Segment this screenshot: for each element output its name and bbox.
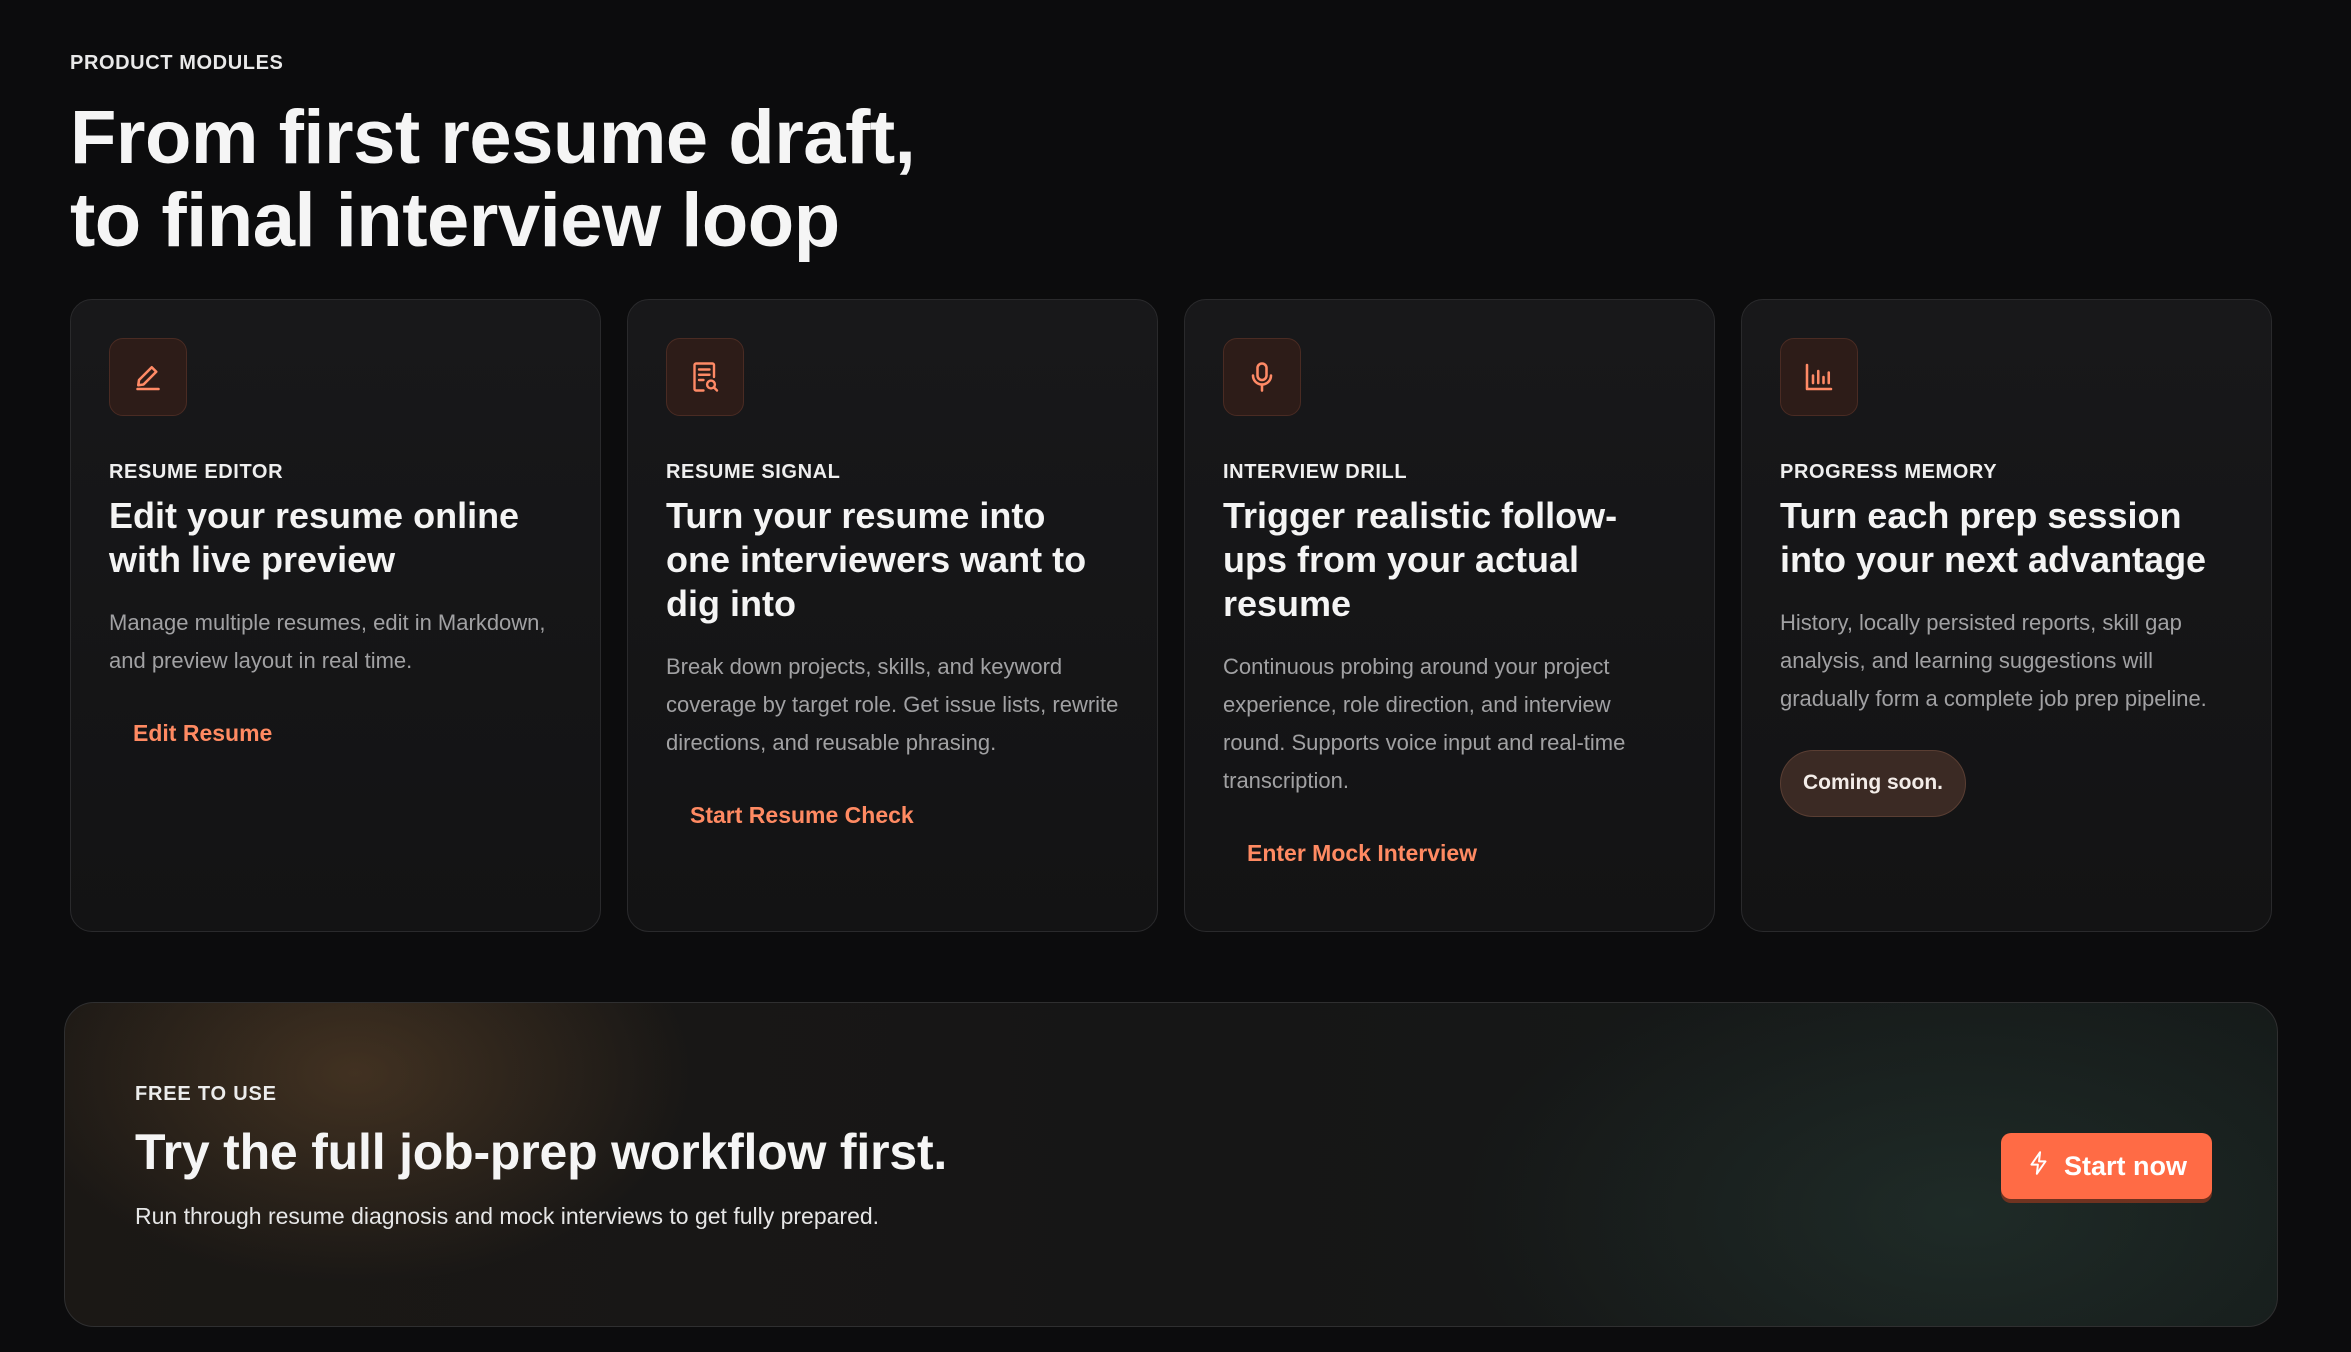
card-tag: RESUME EDITOR [109,461,284,483]
cta-eyebrow: FREE TO USE [135,1083,277,1105]
start-now-label: Start now [2064,1150,2188,1181]
card-title: Turn each prep session into your next ad… [1780,495,2207,580]
start-resume-check-link[interactable]: Start Resume Check [690,802,914,829]
card-interview-drill: INTERVIEW DRILL Trigger realistic follow… [1184,299,1715,932]
lightning-icon [2026,1150,2052,1183]
card-description: History, locally persisted reports, skil… [1780,610,2207,711]
card-title: Trigger realistic follow-ups from your a… [1223,495,1618,624]
pencil-icon [109,338,187,416]
card-title: Edit your resume online with live previe… [109,495,520,580]
headline-line-2: to final interview loop [70,178,840,263]
module-cards: RESUME EDITOR Edit your resume online wi… [70,299,2272,932]
card-progress-memory: PROGRESS MEMORY Turn each prep session i… [1741,299,2272,932]
headline-line-1: From first resume draft, [70,95,916,180]
product-modules-section: PRODUCT MODULES From first resume draft,… [0,0,2351,1352]
enter-mock-interview-link[interactable]: Enter Mock Interview [1247,840,1477,867]
microphone-icon [1223,338,1301,416]
card-resume-signal: RESUME SIGNAL Turn your resume into one … [627,299,1158,932]
cta-subtitle: Run through resume diagnosis and mock in… [135,1203,880,1229]
section-headline: From first resume draft, to final interv… [70,96,1270,262]
card-tag: PROGRESS MEMORY [1780,461,1998,483]
bar-chart-icon [1780,338,1858,416]
document-search-icon [666,338,744,416]
section-eyebrow: PRODUCT MODULES [70,52,284,74]
card-description: Break down projects, skills, and keyword… [666,654,1119,755]
coming-soon-badge: Coming soon. [1780,750,1966,817]
card-tag: RESUME SIGNAL [666,461,841,483]
card-tag: INTERVIEW DRILL [1223,461,1408,483]
start-now-button[interactable]: Start now [2001,1133,2213,1199]
cta-title: Try the full job-prep workflow first. [135,1124,948,1180]
card-description: Manage multiple resumes, edit in Markdow… [109,610,546,673]
edit-resume-link[interactable]: Edit Resume [133,720,272,747]
card-title: Turn your resume into one interviewers w… [666,495,1087,624]
card-description: Continuous probing around your project e… [1223,654,1626,793]
cta-banner: FREE TO USE Try the full job-prep workfl… [64,1002,2278,1327]
card-resume-editor: RESUME EDITOR Edit your resume online wi… [70,299,601,932]
